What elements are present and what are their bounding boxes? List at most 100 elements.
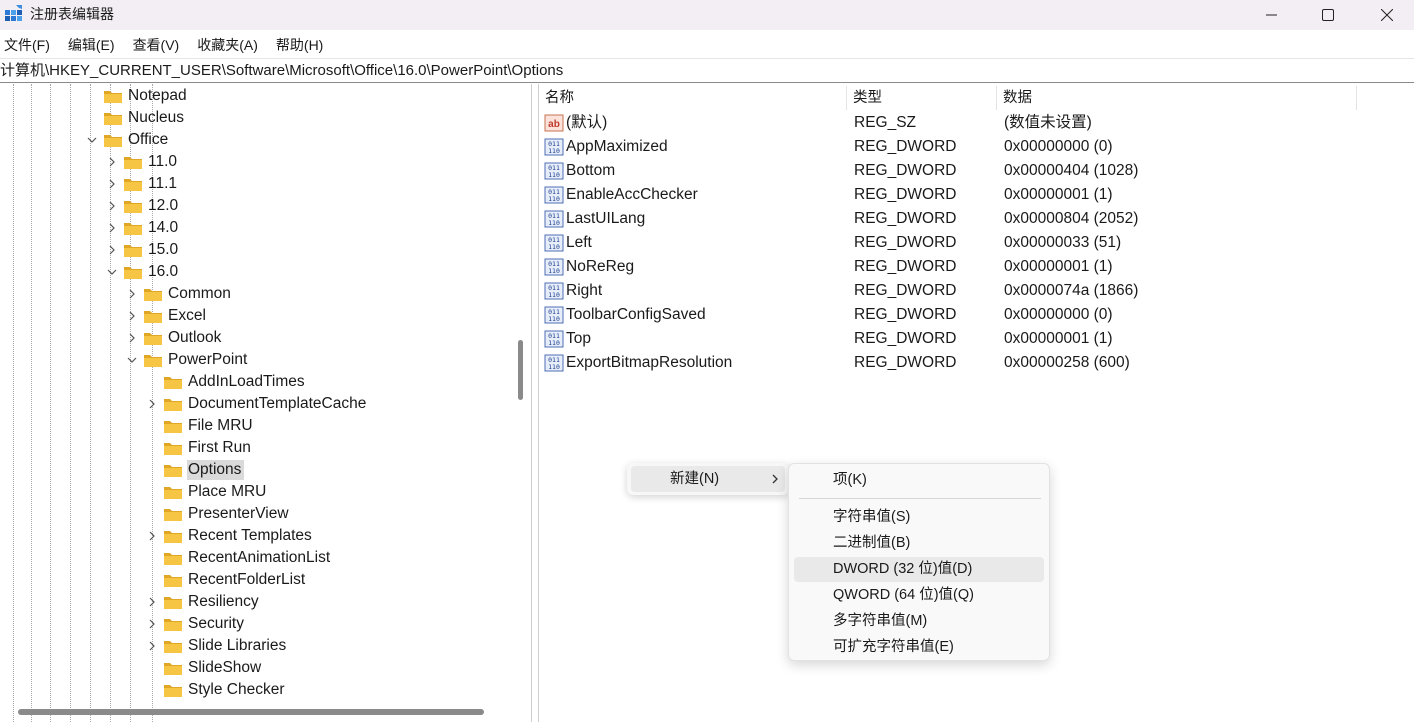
chevron-right-icon[interactable] (145, 613, 159, 635)
value-row[interactable]: 011 110 LastUILang REG_DWORD 0x00000804 (205… (539, 207, 1359, 231)
key-tree[interactable]: Notepad Nucleus Office 11.0 11.1 12.0 14.0 15.0… (0, 84, 531, 722)
submenu-item-expandable-string-value[interactable]: 可扩充字符串值(E) (794, 635, 1044, 660)
tree-item-label: Place MRU (188, 483, 267, 500)
menu-file[interactable]: 文件(F) (0, 33, 54, 57)
tree-item-slideshow[interactable]: SlideShow (145, 657, 264, 679)
tree-item-addinloadtimes[interactable]: AddInLoadTimes (145, 371, 308, 393)
tree-item-label: Notepad (128, 87, 187, 104)
chevron-right-icon[interactable] (125, 305, 139, 327)
value-row[interactable]: 011 110 Right REG_DWORD 0x0000074a (1866) (539, 279, 1359, 303)
minimize-icon (1266, 14, 1277, 16)
submenu-item-qword-value[interactable]: QWORD (64 位)值(Q) (794, 583, 1044, 608)
chevron-right-icon[interactable] (145, 635, 159, 657)
tree-item-notepad[interactable]: Notepad (85, 85, 190, 107)
menu-view[interactable]: 查看(V) (129, 33, 184, 57)
value-row[interactable]: 011 110 AppMaximized REG_DWORD 0x00000000 (0… (539, 135, 1359, 159)
tree-item-options[interactable]: Options (145, 459, 245, 481)
tree-item-nucleus[interactable]: Nucleus (85, 107, 187, 129)
chevron-right-icon[interactable] (145, 393, 159, 415)
chevron-right-icon[interactable] (105, 151, 119, 173)
value-name: NoReReg (566, 258, 635, 275)
tree-horizontal-scroll-thumb[interactable] (18, 709, 484, 715)
column-header-name[interactable]: 名称 (539, 86, 847, 110)
chevron-right-icon[interactable] (145, 591, 159, 613)
tree-item-14-0[interactable]: 14.0 (105, 217, 181, 239)
chevron-right-icon[interactable] (105, 239, 119, 261)
tree-item-label: Resiliency (188, 593, 259, 610)
submenu-item-string-value[interactable]: 字符串值(S) (794, 505, 1044, 530)
value-row[interactable]: 011 110 ToolbarConfigSaved REG_DWORD 0x00000… (539, 303, 1359, 327)
chevron-down-icon[interactable] (105, 261, 119, 283)
value-row[interactable]: 011 110 NoReReg REG_DWORD 0x00000001 (1) (539, 255, 1359, 279)
tree-item-excel[interactable]: Excel (125, 305, 209, 327)
tree-item-recentanimationlist[interactable]: RecentAnimationList (145, 547, 333, 569)
chevron-right-icon[interactable] (125, 327, 139, 349)
tree-vertical-scroll-thumb[interactable] (518, 340, 523, 400)
chevron-down-icon[interactable] (85, 129, 99, 151)
tree-item-recent-templates[interactable]: Recent Templates (145, 525, 315, 547)
tree-guide-line (70, 84, 71, 722)
registry-editor-icon (5, 5, 22, 21)
value-row[interactable]: 011 110 Left REG_DWORD 0x00000033 (51) (539, 231, 1359, 255)
maximize-button[interactable] (1301, 0, 1355, 30)
value-type: REG_DWORD (854, 210, 957, 227)
binary-value-icon: 011110 (544, 234, 564, 252)
tree-item-resiliency[interactable]: Resiliency (145, 591, 262, 613)
submenu-key[interactable]: 项(K) (794, 468, 1044, 493)
context-menu-new[interactable]: 新建(N) (631, 466, 785, 492)
submenu-item-dword-value[interactable]: DWORD (32 位)值(D) (794, 557, 1044, 582)
tree-item-documenttemplatecache[interactable]: DocumentTemplateCache (145, 393, 369, 415)
chevron-right-icon[interactable] (105, 195, 119, 217)
tree-item-common[interactable]: Common (125, 283, 234, 305)
value-row[interactable]: 011 110 EnableAccChecker REG_DWORD 0x0000000… (539, 183, 1359, 207)
folder-icon (104, 113, 122, 125)
svg-text:110: 110 (548, 267, 560, 275)
tree-item-powerpoint[interactable]: PowerPoint (125, 349, 250, 371)
minimize-button[interactable] (1245, 0, 1299, 30)
tree-item-presenterview[interactable]: PresenterView (145, 503, 292, 525)
tree-item-11-1[interactable]: 11.1 (105, 173, 180, 195)
value-row[interactable]: 011 110 ExportBitmapResolution REG_DWORD 0x0… (539, 351, 1359, 375)
chevron-right-icon[interactable] (125, 283, 139, 305)
column-header-type[interactable]: 类型 (847, 86, 997, 110)
menu-favorites[interactable]: 收藏夹(A) (193, 33, 262, 57)
tree-item-15-0[interactable]: 15.0 (105, 239, 181, 261)
column-header-data[interactable]: 数据 (997, 86, 1357, 110)
tree-item-outlook[interactable]: Outlook (125, 327, 224, 349)
value-data: 0x00000804 (2052) (1004, 210, 1139, 227)
tree-item-first-run[interactable]: First Run (145, 437, 254, 459)
binary-value-icon: 011110 (544, 354, 564, 372)
chevron-right-icon[interactable] (145, 525, 159, 547)
value-row[interactable]: 011 110 Top REG_DWORD 0x00000001 (1) (539, 327, 1359, 351)
chevron-right-icon[interactable] (105, 173, 119, 195)
tree-item-style-checker[interactable]: Style Checker (145, 679, 287, 701)
tree-item-place-mru[interactable]: Place MRU (145, 481, 269, 503)
submenu-item-multi-string-value[interactable]: 多字符串值(M) (794, 609, 1044, 634)
address-bar[interactable]: 计算机\HKEY_CURRENT_USER\Software\Microsoft… (0, 58, 1414, 83)
tree-guide-line (90, 84, 91, 722)
close-button[interactable] (1360, 0, 1414, 30)
chevron-down-icon[interactable] (125, 349, 139, 371)
tree-item-file-mru[interactable]: File MRU (145, 415, 256, 437)
value-row[interactable]: ab (默认) REG_SZ (数值未设置) (539, 111, 1359, 135)
tree-guide-line (13, 84, 14, 722)
value-data: 0x00000001 (1) (1004, 186, 1113, 203)
tree-item-office[interactable]: Office (85, 129, 171, 151)
menu-edit[interactable]: 编辑(E) (64, 33, 119, 57)
submenu-item-binary-value[interactable]: 二进制值(B) (794, 531, 1044, 556)
tree-item-11-0[interactable]: 11.0 (105, 151, 180, 173)
menu-help[interactable]: 帮助(H) (272, 33, 327, 57)
value-type: REG_DWORD (854, 258, 957, 275)
tree-item-12-0[interactable]: 12.0 (105, 195, 181, 217)
chevron-right-icon[interactable] (105, 217, 119, 239)
pane-splitter[interactable] (531, 84, 539, 722)
svg-text:110: 110 (548, 243, 560, 251)
value-data: 0x00000033 (51) (1004, 234, 1122, 251)
tree-item-slide-libraries[interactable]: Slide Libraries (145, 635, 289, 657)
tree-item-16-0[interactable]: 16.0 (105, 261, 181, 283)
value-row[interactable]: 011 110 Bottom REG_DWORD 0x00000404 (1028) (539, 159, 1359, 183)
tree-item-recentfolderlist[interactable]: RecentFolderList (145, 569, 308, 591)
context-menu-new-label: 新建(N) (670, 471, 720, 487)
tree-item-security[interactable]: Security (145, 613, 247, 635)
